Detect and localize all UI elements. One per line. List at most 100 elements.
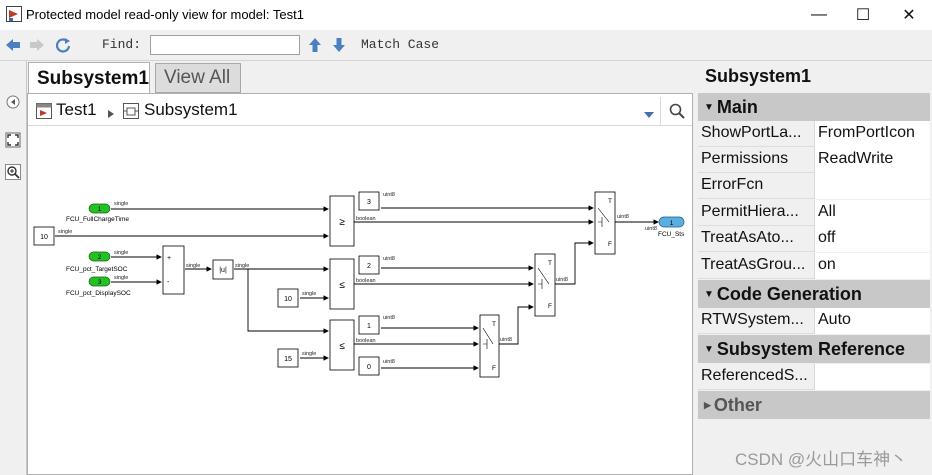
fit-to-view-icon[interactable]: [4, 131, 22, 149]
watermark: CSDN @火山口车神丶: [735, 450, 908, 469]
property-value[interactable]: [814, 364, 930, 390]
section-title: Other: [713, 394, 762, 415]
property-name: PermitHiera...: [701, 203, 799, 220]
property-row[interactable]: ReferencedS...: [698, 364, 930, 390]
collapse-triangle-icon: ▼: [704, 343, 714, 355]
left-tool-strip: [0, 61, 27, 475]
inport-label: FCU_pct_DisplaySOC: [66, 290, 131, 297]
relational-operator-block: ≤: [329, 258, 355, 310]
outport-number: 1: [670, 220, 674, 227]
constant-block: 10: [277, 288, 299, 308]
sum-sign: +: [167, 255, 171, 262]
property-value[interactable]: ReadWrite: [814, 147, 930, 173]
section-code-generation[interactable]: ▼ Code Generation: [698, 280, 930, 308]
refresh-icon[interactable]: [54, 36, 72, 54]
sum-block: + -: [162, 245, 185, 295]
tab-subsystem1[interactable]: Subsystem1: [28, 62, 150, 94]
property-value[interactable]: on: [814, 253, 930, 279]
breadcrumb-separator-icon: [107, 106, 115, 124]
svg-text:single: single: [58, 229, 72, 235]
property-inspector-title: Subsystem1: [705, 66, 812, 86]
property-name: TreatAsAto...: [701, 229, 794, 246]
constant-block: 2: [358, 255, 380, 275]
subsystem-icon: [123, 103, 139, 124]
find-previous-up-arrow-icon[interactable]: [306, 36, 324, 54]
switch-false-label: F: [608, 241, 612, 248]
svg-text:uint8: uint8: [645, 226, 657, 232]
collapse-triangle-icon: ▼: [704, 101, 714, 113]
property-name: TreatAsGrou...: [701, 256, 806, 273]
property-row[interactable]: TreatAsAto... off: [698, 226, 930, 252]
breadcrumb-subsystem[interactable]: Subsystem1: [144, 100, 238, 120]
property-name: ShowPortLa...: [701, 124, 802, 141]
breadcrumb-model[interactable]: Test1: [56, 100, 97, 120]
section-subsystem-reference[interactable]: ▼ Subsystem Reference: [698, 335, 930, 363]
constant-value: 2: [367, 263, 371, 270]
section-title: Subsystem Reference: [716, 338, 905, 359]
relop-symbol: ≤: [339, 341, 345, 352]
relop-symbol: ≤: [339, 280, 345, 291]
find-next-down-arrow-icon[interactable]: [330, 36, 348, 54]
constant-value: 10: [40, 234, 48, 241]
outport-label: FCU_Sts: [658, 231, 685, 238]
forward-arrow-icon[interactable]: [28, 36, 46, 54]
inport-label: FCU_pct_TargetSOC: [66, 266, 128, 273]
model-icon: [36, 103, 52, 124]
find-label: Find:: [102, 37, 142, 52]
breadcrumb-dropdown-icon[interactable]: [643, 106, 655, 124]
constant-block: 1: [358, 315, 380, 335]
relop-symbol: ≥: [339, 217, 345, 228]
constant-value: 1: [367, 323, 371, 330]
constant-block: 3: [358, 191, 380, 211]
match-case-toggle[interactable]: Match Case: [361, 37, 439, 52]
svg-text:uint8: uint8: [383, 256, 395, 262]
minimize-button[interactable]: —: [796, 0, 842, 30]
hide-browser-icon[interactable]: [4, 93, 22, 111]
switch-block: T F: [534, 253, 556, 317]
section-other[interactable]: ▶ Other: [698, 391, 930, 419]
property-value[interactable]: off: [814, 226, 930, 252]
property-row[interactable]: PermitHiera... All: [698, 200, 930, 226]
property-value[interactable]: [814, 173, 930, 199]
close-icon: ✕: [902, 7, 916, 24]
back-arrow-icon[interactable]: [4, 36, 22, 54]
minimize-icon: —: [811, 6, 827, 23]
search-button[interactable]: [660, 97, 693, 125]
svg-text:single: single: [114, 275, 128, 281]
property-row[interactable]: ShowPortLa... FromPortIcon: [698, 121, 930, 147]
constant-value: 3: [367, 199, 371, 206]
search-icon: [669, 103, 685, 119]
inport-label: FCU_FullChargeTime: [66, 216, 129, 223]
property-row[interactable]: TreatAsGrou... on: [698, 253, 930, 279]
breadcrumb: Test1 Subsystem1: [28, 97, 692, 126]
svg-text:uint8: uint8: [617, 214, 629, 220]
svg-text:single: single: [186, 263, 200, 269]
section-title: Main: [716, 96, 758, 117]
property-value[interactable]: All: [814, 200, 930, 226]
property-value[interactable]: FromPortIcon: [814, 121, 930, 147]
switch-block: T F: [479, 314, 500, 378]
property-row[interactable]: RTWSystem... Auto: [698, 308, 930, 334]
property-row[interactable]: ErrorFcn: [698, 173, 930, 199]
svg-text:single: single: [302, 291, 316, 297]
svg-text:boolean: boolean: [356, 278, 376, 284]
constant-block: 0: [358, 356, 380, 376]
switch-true-label: T: [608, 198, 612, 205]
maximize-button[interactable]: ☐: [840, 0, 886, 30]
zoom-in-icon[interactable]: [4, 163, 22, 181]
property-name: ErrorFcn: [701, 176, 764, 193]
property-value[interactable]: Auto: [814, 308, 930, 334]
tab-label: View All: [164, 67, 231, 88]
property-row[interactable]: Permissions ReadWrite: [698, 147, 930, 173]
svg-text:single: single: [114, 201, 128, 207]
title-bar: Protected model read-only view for model…: [0, 0, 932, 30]
find-input[interactable]: [150, 35, 300, 55]
svg-text:boolean: boolean: [356, 338, 376, 344]
constant-value: 10: [284, 296, 292, 303]
section-main[interactable]: ▼ Main: [698, 93, 930, 121]
switch-true-label: T: [548, 260, 552, 267]
close-button[interactable]: ✕: [886, 0, 932, 30]
tab-label: Subsystem1: [37, 67, 149, 89]
tab-view-all[interactable]: View All: [155, 63, 241, 93]
property-name: ReferencedS...: [701, 367, 808, 384]
